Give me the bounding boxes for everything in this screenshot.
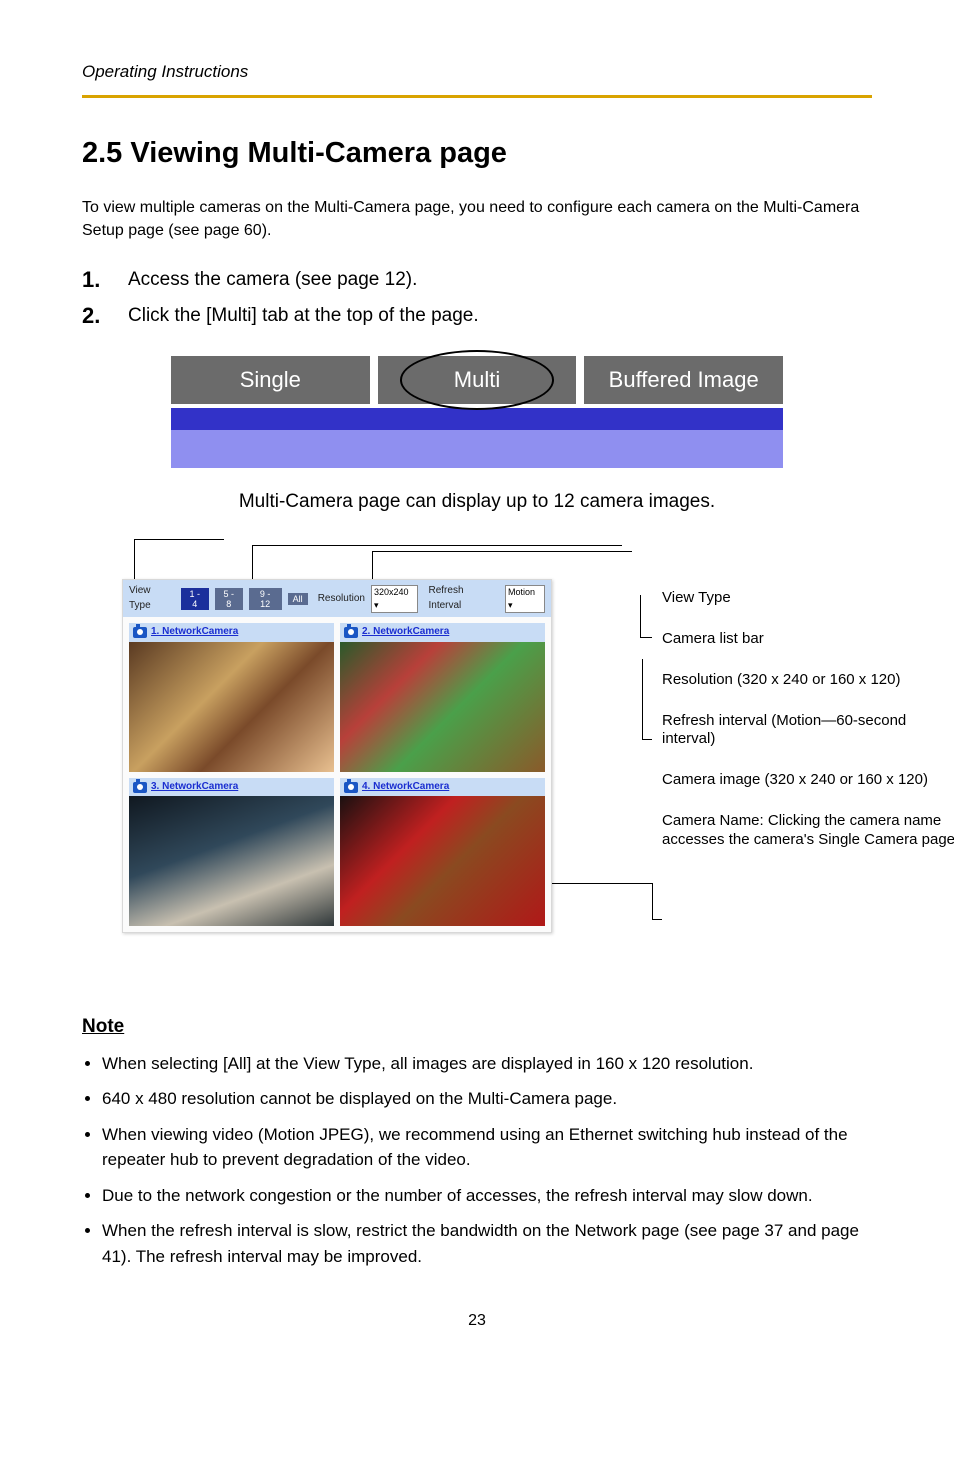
camera-link-1[interactable]: 1. NetworkCamera — [151, 625, 238, 640]
camera-icon — [344, 627, 358, 638]
callout-camera-image: Camera image (320 x 240 or 160 x 120) — [662, 771, 954, 790]
view-type-btn-9-12[interactable]: 9 - 12 — [249, 588, 282, 610]
header-left: Operating Instructions — [82, 60, 248, 85]
note-item: 640 x 480 resolution cannot be displayed… — [102, 1086, 872, 1112]
camera-link-2[interactable]: 2. NetworkCamera — [362, 625, 449, 640]
page-number: 23 — [82, 1309, 872, 1332]
multi-caption: Multi-Camera page can display up to 12 c… — [82, 488, 872, 516]
intro-text: To view multiple cameras on the Multi-Ca… — [82, 196, 872, 242]
camera-thumbnail-4 — [340, 796, 545, 926]
refresh-interval-label: Refresh Interval — [428, 584, 499, 613]
camera-icon — [133, 627, 147, 638]
callout-view-type: View Type — [662, 589, 954, 608]
view-type-btn-1-4[interactable]: 1 - 4 — [181, 588, 209, 610]
decor-bar-dark — [171, 408, 783, 430]
camera-thumbnail-2 — [340, 642, 545, 772]
decor-bar-light — [171, 430, 783, 468]
view-type-btn-5-8[interactable]: 5 - 8 — [215, 588, 243, 610]
view-type-btn-all[interactable]: All — [288, 593, 308, 605]
tab-single[interactable]: Single — [171, 356, 370, 404]
callout-camera-name: Camera Name: Clicking the camera name ac… — [662, 812, 954, 850]
leader-line — [652, 883, 653, 919]
leader-line — [642, 659, 643, 739]
leader-line — [652, 919, 662, 920]
callout-resolution: Resolution (320 x 240 or 160 x 120) — [662, 671, 954, 690]
view-type-label: View Type — [129, 584, 175, 613]
notes-heading: Note — [82, 1013, 872, 1041]
leader-line — [252, 545, 622, 546]
camera-icon — [344, 782, 358, 793]
step-text: Click the [Multi] tab at the top of the … — [128, 300, 479, 332]
tab-buffered-image[interactable]: Buffered Image — [584, 356, 783, 404]
camera-thumbnail-3 — [129, 796, 334, 926]
leader-line — [134, 539, 224, 540]
section-title: 2.5 Viewing Multi-Camera page — [82, 132, 872, 174]
note-item: When the refresh interval is slow, restr… — [102, 1218, 872, 1269]
tab-multi[interactable]: Multi — [378, 356, 577, 404]
callout-camera-list-bar: Camera list bar — [662, 630, 954, 649]
leader-line — [642, 739, 652, 740]
step-text: Access the camera (see page 12). — [128, 264, 417, 296]
leader-line — [640, 637, 652, 638]
tab-figure: Single Multi Buffered Image — [171, 356, 783, 468]
resolution-select[interactable]: 320x240 ▾ — [371, 585, 419, 613]
note-item: When selecting [All] at the View Type, a… — [102, 1051, 872, 1077]
note-item: When viewing video (Motion JPEG), we rec… — [102, 1122, 872, 1173]
leader-line — [372, 551, 632, 552]
step-number: 1. — [82, 264, 128, 296]
callout-refresh-interval: Refresh interval (Motion—60-second inter… — [662, 712, 954, 750]
camera-thumbnail-1 — [129, 642, 334, 772]
camera-icon — [133, 782, 147, 793]
refresh-interval-select[interactable]: Motion ▾ — [505, 585, 545, 613]
multi-camera-panel: View Type 1 - 4 5 - 8 9 - 12 All Resolut… — [122, 579, 552, 933]
note-item: Due to the network congestion or the num… — [102, 1183, 872, 1209]
step-number: 2. — [82, 300, 128, 332]
header-rule — [82, 95, 872, 98]
leader-line — [640, 595, 641, 637]
camera-link-4[interactable]: 4. NetworkCamera — [362, 780, 449, 795]
resolution-label: Resolution — [318, 592, 365, 607]
camera-link-3[interactable]: 3. NetworkCamera — [151, 780, 238, 795]
